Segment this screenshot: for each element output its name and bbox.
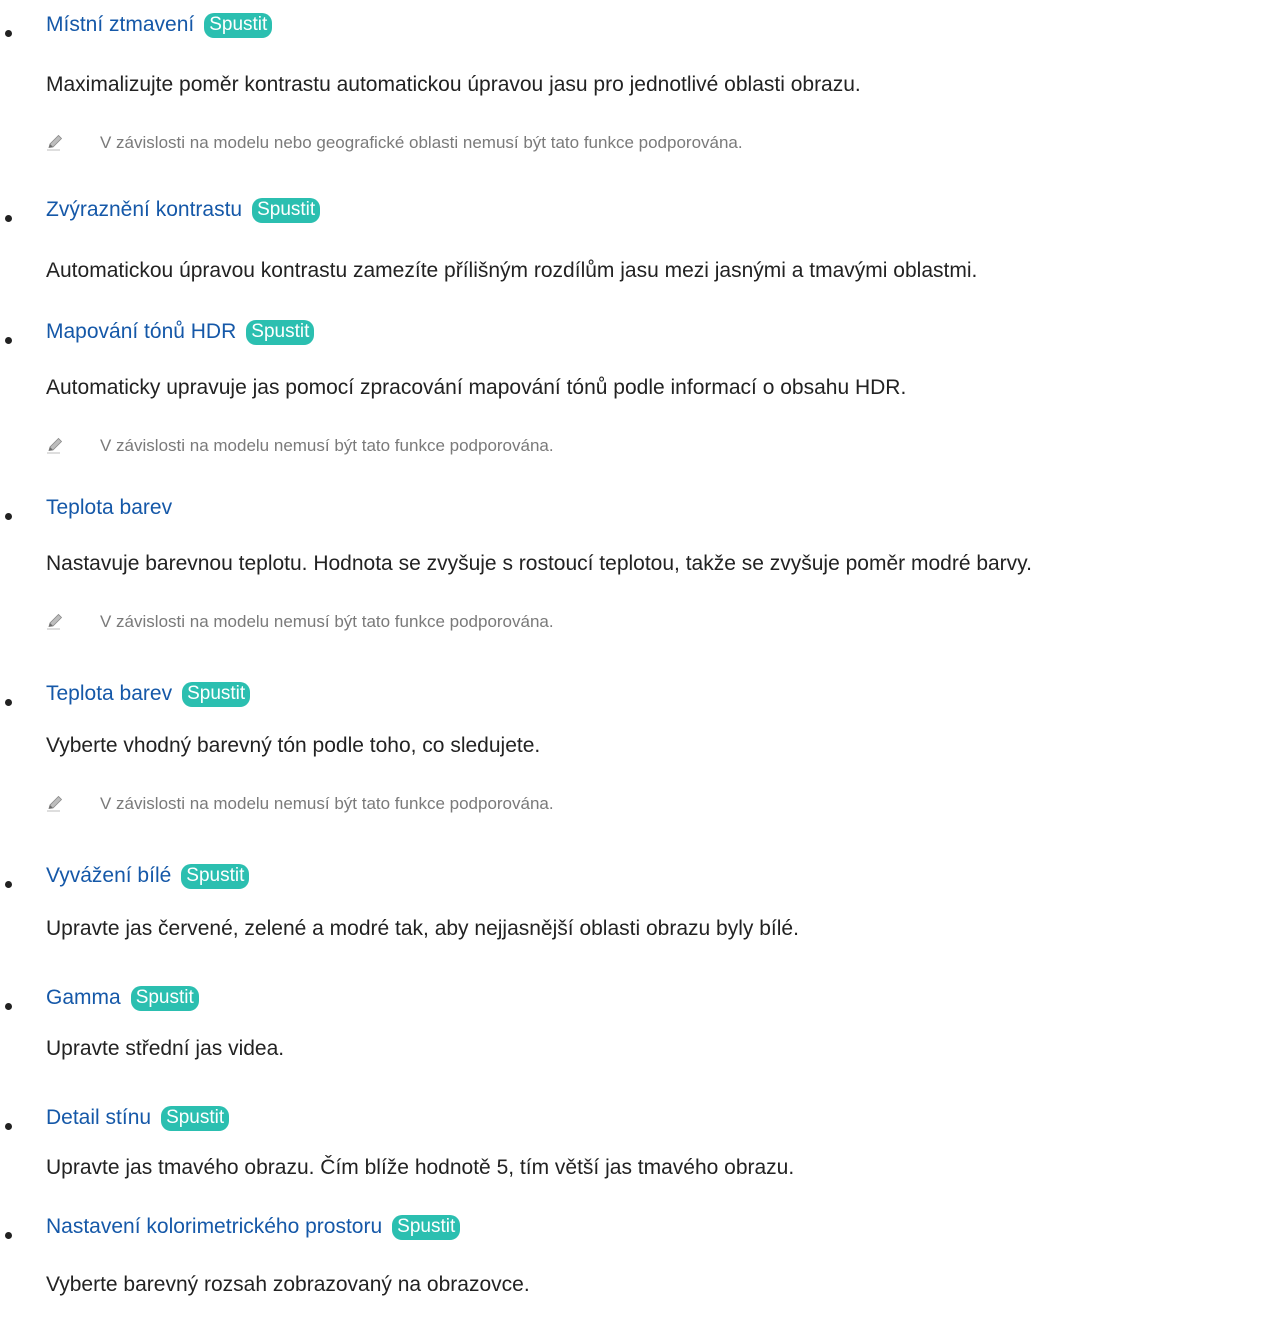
- item-title-label: Mapování tónů HDR: [46, 320, 237, 343]
- item-title-label: Vyvážení bílé: [46, 864, 172, 887]
- bullet-point: [5, 1003, 12, 1010]
- item-title-label: Nastavení kolorimetrického prostoru: [46, 1215, 383, 1238]
- run-button[interactable]: Spustit: [181, 864, 250, 889]
- item-title-link[interactable]: Mapování tónů HDR Spustit: [46, 319, 315, 345]
- note-text: V závislosti na modelu nemusí být tato f…: [100, 436, 554, 455]
- bullet-point: [5, 881, 12, 888]
- item-description: Nastavuje barevnou teplotu. Hodnota se z…: [46, 552, 1032, 575]
- pencil-icon: [47, 134, 63, 151]
- pencil-icon: [47, 613, 63, 630]
- run-button[interactable]: Spustit: [204, 13, 273, 38]
- run-button[interactable]: Spustit: [130, 986, 199, 1011]
- run-button[interactable]: Spustit: [182, 682, 251, 707]
- pencil-icon: [47, 437, 63, 454]
- run-button[interactable]: Spustit: [246, 320, 315, 345]
- note-text: V závislosti na modelu nemusí být tato f…: [100, 794, 554, 813]
- note-text: V závislosti na modelu nebo geografické …: [100, 133, 743, 152]
- item-description: Vyberte barevný rozsah zobrazovaný na ob…: [46, 1273, 530, 1296]
- run-button[interactable]: Spustit: [161, 1106, 230, 1131]
- item-title-link[interactable]: Místní ztmavení Spustit: [46, 12, 273, 38]
- bullet-point: [5, 1123, 12, 1130]
- note-text: V závislosti na modelu nemusí být tato f…: [100, 612, 554, 631]
- item-title-link[interactable]: Detail stínu Spustit: [46, 1105, 230, 1131]
- item-description: Upravte jas červené, zelené a modré tak,…: [46, 917, 799, 940]
- item-description: Maximalizujte poměr kontrastu automatick…: [46, 73, 861, 96]
- bullet-point: [5, 30, 12, 37]
- item-title-link[interactable]: Teplota barev Spustit: [46, 681, 251, 707]
- item-title-link[interactable]: Nastavení kolorimetrického prostoru Spust…: [46, 1214, 461, 1240]
- bullet-point: [5, 215, 12, 222]
- item-description: Vyberte vhodný barevný tón podle toho, c…: [46, 734, 541, 757]
- bullet-point: [5, 513, 12, 520]
- item-title-link[interactable]: Gamma Spustit: [46, 985, 199, 1011]
- item-description: Automatickou úpravou kontrastu zamezíte …: [46, 259, 978, 282]
- run-button[interactable]: Spustit: [392, 1215, 461, 1240]
- item-title-link[interactable]: Zvýraznění kontrastu Spustit: [46, 197, 321, 223]
- bullet-point: [5, 337, 12, 344]
- item-description: Automaticky upravuje jas pomocí zpracová…: [46, 376, 907, 399]
- settings-document: Místní ztmavení Spustit Maximalizujte pom…: [0, 0, 1271, 1317]
- bullet-point: [5, 699, 12, 706]
- item-title-label: Místní ztmavení: [46, 13, 195, 36]
- run-button[interactable]: Spustit: [252, 198, 321, 223]
- item-title-label: Gamma: [46, 986, 121, 1009]
- item-description: Upravte jas tmavého obrazu. Čím blíže ho…: [46, 1156, 795, 1179]
- item-title-label: Zvýraznění kontrastu: [46, 198, 243, 221]
- item-title-link[interactable]: Vyvážení bílé Spustit: [46, 863, 250, 889]
- item-title-label: Teplota barev: [46, 496, 173, 519]
- pencil-icon: [47, 795, 63, 812]
- item-title-link[interactable]: Teplota barev: [46, 495, 172, 521]
- item-title-label: Detail stínu: [46, 1106, 152, 1129]
- item-description: Upravte střední jas videa.: [46, 1037, 285, 1060]
- item-title-label: Teplota barev: [46, 682, 173, 705]
- bullet-point: [5, 1232, 12, 1239]
